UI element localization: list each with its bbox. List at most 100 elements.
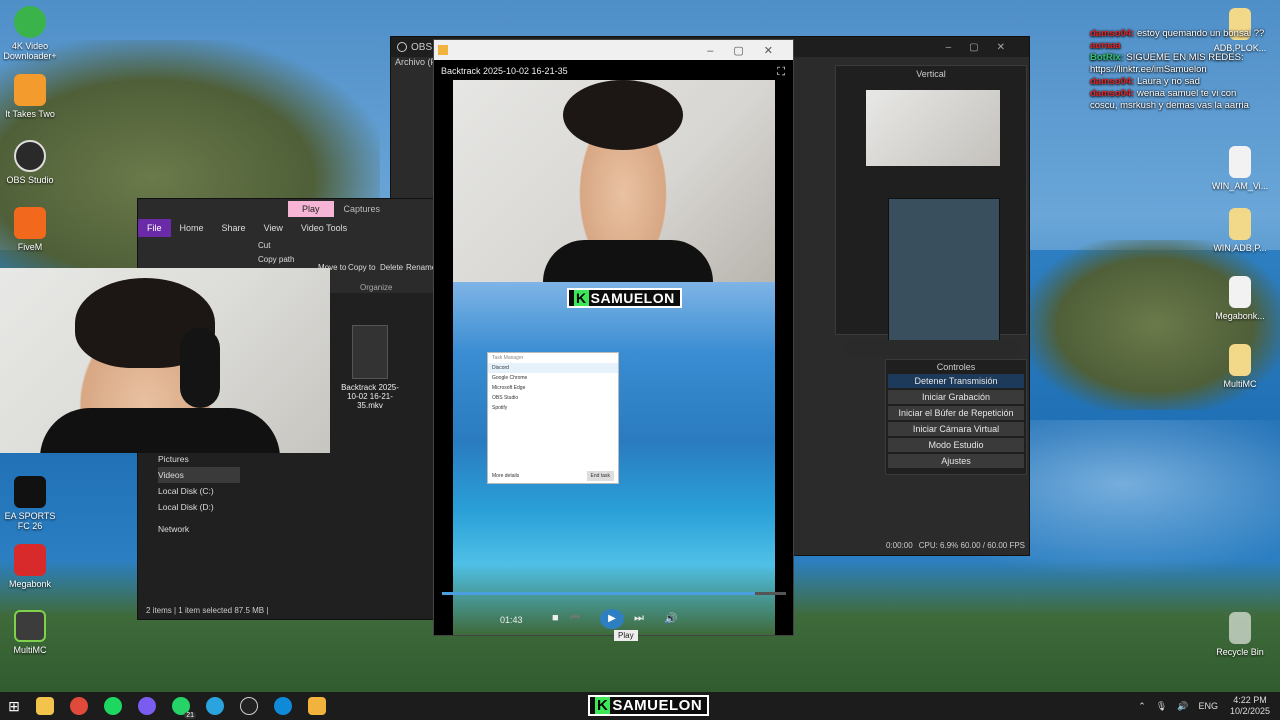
desktop-icon-folder[interactable]: WIN,ADB,P... — [1210, 208, 1270, 253]
microphone-icon[interactable]: 🎙 — [1156, 701, 1167, 712]
chat-message: BotRix: SIGUEME EN MIS REDES: https://li… — [1090, 52, 1265, 76]
folder-icon — [1229, 208, 1251, 240]
copy-to-button[interactable]: Copy to — [348, 263, 376, 272]
rename-button[interactable]: Rename — [406, 263, 436, 272]
virtual-camera-button[interactable]: Iniciar Cámara Virtual — [888, 422, 1024, 436]
tab-file[interactable]: File — [138, 219, 171, 237]
more-details-link: More details — [492, 473, 520, 479]
desktop-icon-label: EA SPORTS FC 26 — [4, 511, 56, 531]
copy-path-button[interactable]: Copy path — [258, 255, 294, 264]
obs-icon — [397, 42, 407, 52]
desktop-icon-obs-studio[interactable]: OBS Studio — [0, 140, 60, 185]
chat-username: damso04: — [1090, 88, 1135, 99]
whatsapp-icon[interactable]: 21 — [172, 697, 196, 719]
headphones — [180, 328, 220, 408]
delete-button[interactable]: Delete — [380, 263, 403, 272]
desktop-icon-megabonk[interactable]: Megabonk — [0, 544, 60, 589]
discord-icon[interactable] — [138, 697, 156, 715]
stop-stream-button[interactable]: Detener Transmisión — [888, 374, 1024, 388]
nav-videos[interactable]: Videos — [158, 467, 240, 483]
file-name: Backtrack 2025-10-02 16-21-35.mkv — [341, 383, 399, 410]
cut-button[interactable]: Cut — [258, 241, 270, 250]
clock-time: 4:22 PM — [1233, 695, 1267, 705]
taskbar-brand-logo: K SAMUELON — [588, 695, 710, 716]
desktop-icon-ea-sports-fc[interactable]: EA SPORTS FC 26 — [0, 476, 60, 531]
desktop-icon-label: MultiMC — [1223, 379, 1257, 389]
desktop-icon-label: Megabonk — [8, 579, 52, 589]
desktop-icon-label: OBS Studio — [6, 175, 54, 185]
chat-username: damso04: — [1090, 28, 1135, 39]
chat-username: BotRix: — [1090, 52, 1124, 63]
nav-local-disk-d[interactable]: Local Disk (D:) — [158, 499, 240, 515]
replay-buffer-button[interactable]: Iniciar el Búfer de Repetición — [888, 406, 1024, 420]
task-manager-window: Task Manager Discord Google Chrome Micro… — [487, 352, 619, 484]
vertical-label: Vertical — [916, 69, 946, 79]
video-webcam-area — [453, 80, 775, 282]
telegram-icon[interactable] — [206, 697, 224, 715]
desktop-icon-file[interactable]: WIN_AM_Vi... — [1210, 146, 1270, 191]
desktop-icon-multimc[interactable]: MultiMC — [0, 610, 60, 655]
next-icon[interactable]: ⏭ — [634, 612, 644, 625]
file-tile[interactable]: Backtrack 2025-10-02 16-21-35.mkv — [338, 325, 402, 410]
file-explorer-icon[interactable] — [36, 697, 54, 715]
edge-icon[interactable] — [274, 697, 292, 715]
desktop-icon-4k-video-downloader[interactable]: 4K Video Downloader+ — [0, 6, 60, 61]
nav-pictures[interactable]: Pictures — [158, 451, 240, 467]
end-task-button: End task — [586, 471, 614, 481]
video-frame[interactable]: K SAMUELON Task Manager Discord Google Ch… — [453, 80, 775, 635]
chat-message: damso04: estoy quemando un bonsai ?? — [1090, 28, 1265, 40]
tray-chevron-icon[interactable]: ⌃ — [1138, 701, 1146, 712]
media-player-icon[interactable] — [308, 697, 326, 715]
desktop-icon-it-takes-two[interactable]: It Takes Two — [0, 74, 60, 119]
vertical-nested-preview — [888, 198, 1000, 348]
desktop-icon-label: Recycle Bin — [1216, 647, 1264, 657]
task-item: Google Chrome — [492, 375, 528, 381]
notification-badge: 21 — [184, 712, 196, 719]
tab-play[interactable]: Play — [288, 201, 334, 217]
volume-icon[interactable]: 🔊 — [664, 612, 678, 625]
video-player-window[interactable]: –▢✕ Backtrack 2025-10-02 16-21-35 ⛶ K SAM… — [433, 39, 794, 641]
start-recording-button[interactable]: Iniciar Grabación — [888, 390, 1024, 404]
desktop-icon-label: 4K Video Downloader+ — [3, 41, 57, 61]
windows-start-icon[interactable]: ⊞ — [0, 698, 28, 715]
obs-icon[interactable] — [240, 697, 258, 715]
task-item: Spotify — [492, 405, 508, 411]
desktop-icon-recycle-bin[interactable]: Recycle Bin — [1210, 612, 1270, 657]
nav-network[interactable]: Network — [158, 521, 240, 537]
studio-mode-button[interactable]: Modo Estudio — [888, 438, 1024, 452]
play-tooltip: Play — [614, 630, 638, 641]
seek-bar[interactable] — [442, 592, 786, 595]
organize-label: Organize — [360, 283, 393, 292]
download-cloud-icon — [14, 6, 46, 38]
desktop-icon-folder[interactable]: MultiMC — [1210, 344, 1270, 389]
tab-video-tools[interactable]: Video Tools — [292, 223, 356, 233]
streamer-hair — [563, 80, 683, 150]
play-pause-button[interactable]: ▶ — [600, 609, 624, 629]
clock[interactable]: 4:22 PM 10/2/2025 — [1230, 695, 1270, 717]
seek-bar-fill — [442, 592, 756, 595]
tab-view[interactable]: View — [255, 223, 292, 233]
nav-local-disk-c[interactable]: Local Disk (C:) — [158, 483, 240, 499]
tab-home[interactable]: Home — [171, 223, 213, 233]
file-icon — [1229, 276, 1251, 308]
fullscreen-toggle-icon[interactable]: ⛶ — [777, 66, 785, 79]
stop-icon[interactable]: ■ — [552, 612, 559, 624]
game-icon — [14, 74, 46, 106]
player-app-icon — [438, 45, 448, 55]
language-indicator[interactable]: ENG — [1198, 701, 1218, 711]
desktop-icon-fivem[interactable]: FiveM — [0, 207, 60, 252]
obs-timer: 0:00:00 — [886, 541, 913, 550]
spotify-icon[interactable] — [104, 697, 122, 715]
volume-icon[interactable]: 🔊 — [1177, 701, 1188, 712]
window-controls[interactable]: –▢✕ — [946, 42, 1023, 53]
tab-captures[interactable]: Captures — [334, 201, 391, 217]
tab-share[interactable]: Share — [213, 223, 255, 233]
navigation-pane: Pictures Videos Local Disk (C:) Local Di… — [158, 451, 240, 537]
previous-icon[interactable]: ⏮ — [570, 612, 580, 625]
chat-message: damso04: Laura y no sad — [1090, 76, 1265, 88]
desktop-icon-file[interactable]: Megabonk... — [1210, 276, 1270, 321]
settings-button[interactable]: Ajustes — [888, 454, 1024, 468]
chrome-icon[interactable] — [70, 697, 88, 715]
controls-panel: Controles Detener Transmisión Iniciar Gr… — [885, 359, 1027, 475]
window-controls[interactable]: –▢✕ — [707, 44, 793, 57]
